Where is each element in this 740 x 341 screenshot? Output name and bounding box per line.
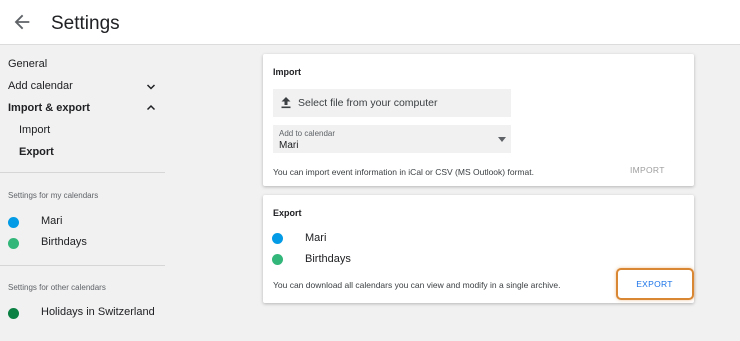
sidebar: General Add calendar Import & export Imp… [0,46,173,341]
sidebar-item-import[interactable]: Import [19,124,50,136]
export-button[interactable]: EXPORT [616,268,694,300]
calendar-color-dot [272,233,283,244]
calendar-name: Birthdays [41,236,87,248]
calendar-name: Holidays in Switzerland [41,306,155,318]
add-to-calendar-label: Add to calendar [279,129,336,138]
calendar-color-dot [8,308,19,319]
calendar-name: Birthdays [305,253,351,265]
calendar-name: Mari [305,232,327,244]
other-calendars-label: Settings for other calendars [8,283,106,292]
page-title: Settings [51,13,120,34]
add-to-calendar-value: Mari [279,140,299,151]
sidebar-item-add-calendar[interactable]: Add calendar [8,80,73,92]
sidebar-item-general[interactable]: General [8,58,47,70]
upload-icon [281,97,291,109]
export-calendar-mari: Mari [272,232,472,246]
top-bar: Settings [0,0,740,45]
import-card: Import Select file from your computer Ad… [263,54,694,186]
import-info-text: You can import event information in iCal… [273,167,534,177]
select-file-label: Select file from your computer [298,97,438,109]
chevron-up-icon[interactable] [146,103,156,113]
export-title: Export [273,208,302,218]
calendar-color-dot [8,217,19,228]
sidebar-item-export[interactable]: Export [19,146,54,158]
add-to-calendar-select[interactable]: Add to calendar Mari [273,125,511,153]
dropdown-arrow-icon [498,137,506,142]
my-calendars-label: Settings for my calendars [8,191,99,200]
export-button-label: EXPORT [636,279,673,289]
export-info-text: You can download all calendars you can v… [273,280,561,290]
divider [0,265,165,266]
chevron-down-icon[interactable] [146,82,156,92]
calendar-name: Mari [41,215,63,227]
import-button[interactable]: IMPORT [630,165,665,175]
export-calendar-birthdays: Birthdays [272,253,472,267]
sidebar-calendar-holidays[interactable]: Holidays in Switzerland [8,305,168,321]
sidebar-calendar-mari[interactable]: Mari [8,214,168,230]
arrow-left-icon[interactable] [11,11,33,33]
select-file-button[interactable]: Select file from your computer [273,89,511,117]
calendar-color-dot [8,238,19,249]
divider [0,172,165,173]
calendar-color-dot [272,254,283,265]
sidebar-item-import-export[interactable]: Import & export [8,102,90,114]
sidebar-calendar-birthdays[interactable]: Birthdays [8,235,168,251]
import-title: Import [273,67,301,77]
